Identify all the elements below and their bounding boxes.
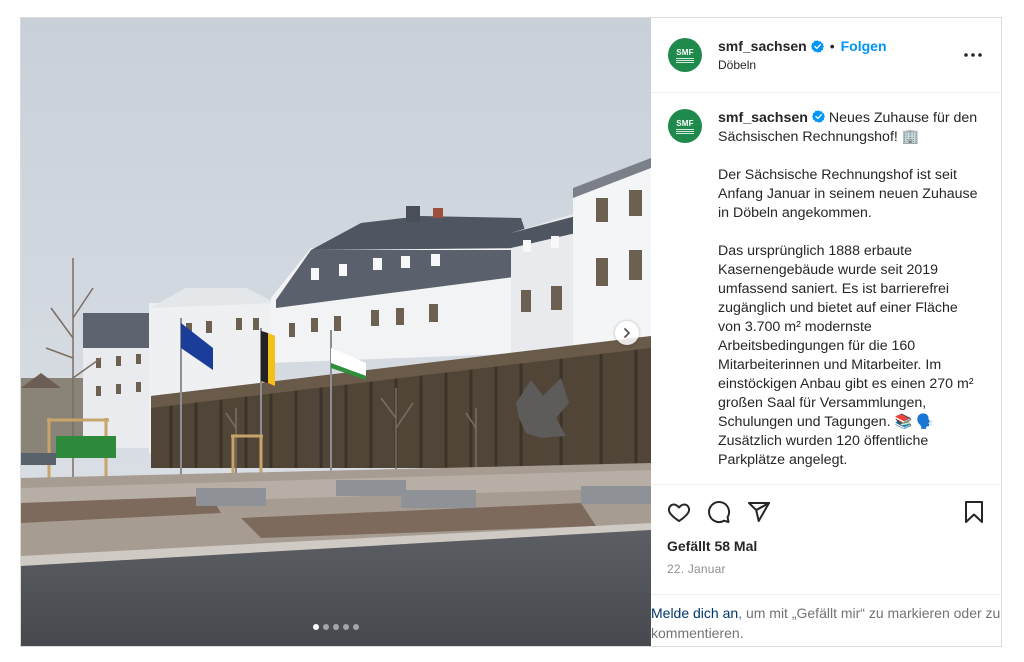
action-bar xyxy=(667,485,985,539)
carousel-dot xyxy=(343,624,349,630)
bookmark-icon xyxy=(965,501,983,523)
caption-paragraph-2: Der Sächsische Rechnungshof ist seit Anf… xyxy=(718,167,978,221)
avatar-logo-lines xyxy=(676,57,694,63)
carousel-dot xyxy=(323,624,329,630)
likes-count[interactable]: Gefällt 58 Mal xyxy=(667,538,985,554)
share-button[interactable] xyxy=(747,492,787,532)
caption-username[interactable]: smf_sachsen xyxy=(718,110,808,126)
login-link[interactable]: Melde dich an xyxy=(651,605,738,621)
avatar-label: SMF xyxy=(676,118,694,128)
more-options-icon xyxy=(964,53,982,57)
login-prompt: Melde dich an, um mit „Gefällt mir“ zu m… xyxy=(651,594,1001,646)
header-username[interactable]: smf_sachsen xyxy=(718,38,807,54)
avatar-label: SMF xyxy=(676,47,694,57)
heart-icon xyxy=(667,503,691,522)
header-text: smf_sachsen • Folgen Döbeln xyxy=(718,38,961,72)
caption-area: SMF smf_sachsen Neues Zuhause für den Sä… xyxy=(651,93,1001,484)
comment-button[interactable] xyxy=(707,492,747,532)
chevron-right-icon xyxy=(624,328,630,338)
actions-area: Gefällt 58 Mal 22. Januar xyxy=(651,484,1001,594)
carousel-dot xyxy=(353,624,359,630)
post-location[interactable]: Döbeln xyxy=(718,58,961,72)
share-icon xyxy=(748,502,770,522)
more-options-button[interactable] xyxy=(961,43,985,67)
post-date[interactable]: 22. Januar xyxy=(667,562,985,576)
avatar[interactable]: SMF xyxy=(668,38,702,72)
post-photo xyxy=(21,18,651,646)
save-button[interactable] xyxy=(945,492,985,532)
carousel-indicator xyxy=(21,624,651,630)
carousel-dot xyxy=(313,624,319,630)
caption-paragraph-3: Das ursprünglich 1888 erbaute Kasernenge… xyxy=(718,243,974,468)
post-media[interactable] xyxy=(21,18,651,646)
verified-badge-icon xyxy=(810,39,824,53)
like-button[interactable] xyxy=(667,492,707,532)
header-separator: • xyxy=(829,38,835,54)
follow-button[interactable]: Folgen xyxy=(841,38,887,54)
post-header: SMF smf_sachsen • Folgen Döbeln xyxy=(651,18,1001,93)
avatar-logo-lines xyxy=(676,128,694,134)
carousel-next-button[interactable] xyxy=(615,321,639,345)
post-card: SMF smf_sachsen • Folgen Döbeln SMF smf_… xyxy=(20,17,1002,647)
verified-badge-icon xyxy=(811,110,825,123)
carousel-dot xyxy=(333,624,339,630)
caption-text: smf_sachsen Neues Zuhause für den Sächsi… xyxy=(718,109,980,484)
comment-icon xyxy=(708,501,731,524)
post-sidebar: SMF smf_sachsen • Folgen Döbeln SMF smf_… xyxy=(651,18,1001,646)
caption-avatar[interactable]: SMF xyxy=(668,109,702,143)
